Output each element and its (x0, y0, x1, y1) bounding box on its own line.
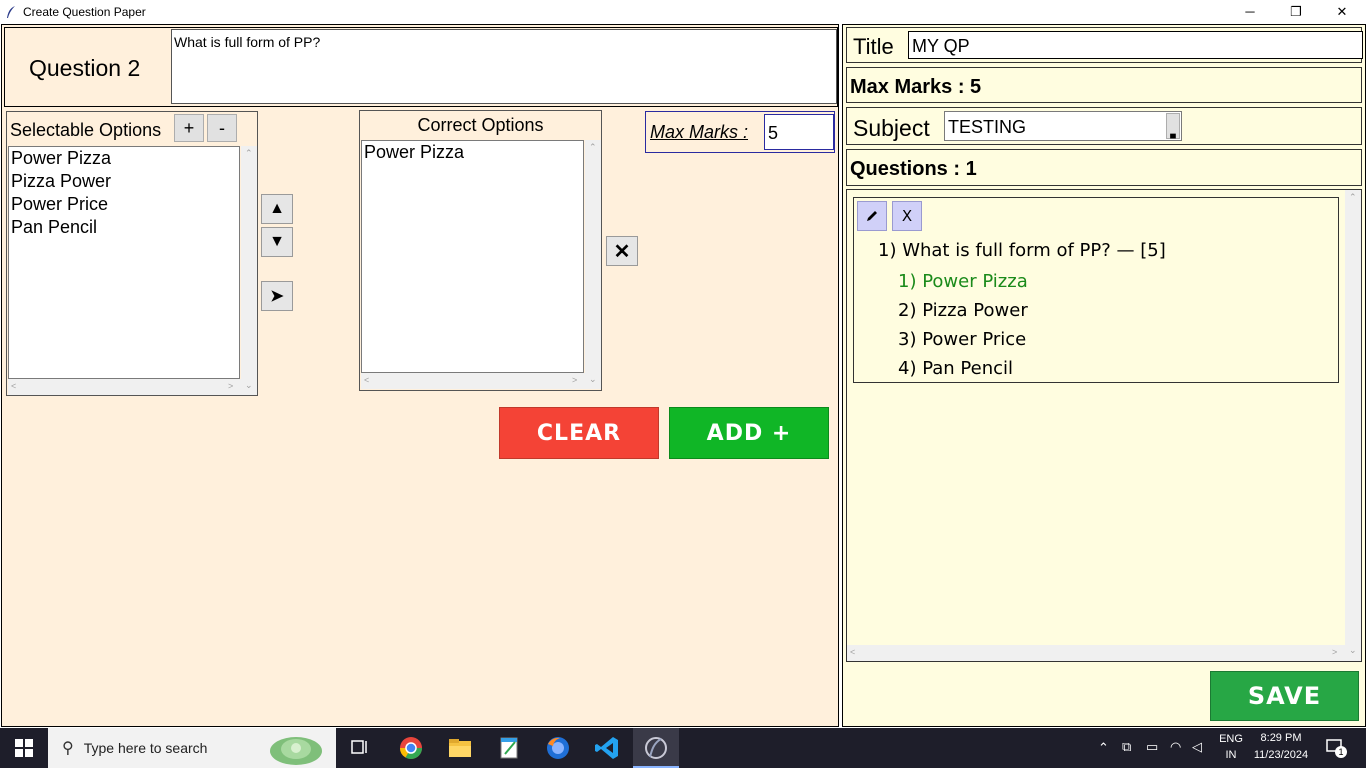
clock[interactable]: 8:29 PM 11/23/2024 (1250, 732, 1312, 761)
title-label: Title (853, 34, 894, 59)
correct-options-list[interactable]: Power Pizza (361, 140, 584, 373)
start-button[interactable] (0, 728, 48, 768)
selectable-vertical-scrollbar[interactable]: ⌃ ⌄ (241, 146, 257, 395)
taskbar: ⚲ Type here to search ⌃ ⧉ ▭ ◠ ◁ ENG IN 8… (0, 728, 1366, 768)
clock-time: 8:29 PM (1260, 732, 1302, 744)
list-item[interactable]: Power Pizza (9, 147, 239, 170)
succulent-image (270, 737, 322, 765)
selectable-options-list[interactable]: Power Pizza Pizza Power Power Price Pan … (8, 146, 240, 379)
option-item: 3) Power Price (898, 329, 1027, 350)
chrome-icon[interactable] (397, 734, 425, 762)
questions-count-row: Questions : 1 (846, 149, 1362, 186)
remove-option-button[interactable]: - (207, 114, 237, 142)
questions-list: X 1) What is full form of PP? — [5] 1) P… (846, 189, 1362, 662)
window-title: Create Question Paper (23, 4, 146, 19)
minimize-button[interactable]: ─ (1227, 0, 1273, 23)
pencil-icon (867, 211, 877, 221)
move-to-correct-button[interactable]: ➤ (261, 281, 293, 311)
remove-correct-button[interactable]: ✕ (606, 236, 638, 266)
notification-button[interactable]: 1 (1323, 738, 1347, 758)
feather-icon (645, 737, 667, 759)
question-card: X 1) What is full form of PP? — [5] 1) P… (853, 197, 1339, 383)
correct-options-title: Correct Options (417, 115, 544, 135)
correct-horizontal-scrollbar[interactable]: < > (361, 373, 585, 389)
title-bar: Create Question Paper ─ ❐ ✕ (0, 0, 1366, 23)
volume-icon[interactable]: ◁ (1192, 739, 1202, 755)
vscode-icon[interactable] (593, 734, 621, 762)
windows-icon (15, 739, 33, 757)
task-view-icon[interactable] (347, 734, 373, 760)
notification-badge: 1 (1335, 746, 1347, 758)
title-input[interactable]: MY QP (908, 31, 1363, 59)
subject-value: TESTING (948, 117, 1027, 137)
correct-options-box: Correct Options Power Pizza ⌃ ⌄ < > (359, 110, 602, 391)
question-header: Question 2 What is full form of PP? (4, 27, 838, 107)
questions-vertical-scrollbar[interactable]: ⌃ ⌄ (1345, 190, 1361, 661)
subject-select[interactable]: TESTING ▄ (944, 111, 1182, 141)
option-item: 2) Pizza Power (898, 300, 1028, 321)
move-up-button[interactable]: ▲ (261, 194, 293, 224)
taskbar-search[interactable]: ⚲ Type here to search (48, 728, 336, 768)
battery-icon[interactable]: ▭ (1146, 739, 1158, 755)
selectable-horizontal-scrollbar[interactable]: < > (8, 379, 241, 395)
selectable-options-title: Selectable Options (10, 120, 162, 140)
notepad-icon[interactable] (495, 734, 523, 762)
list-item[interactable]: Power Price (9, 193, 239, 216)
list-item[interactable]: Power Pizza (362, 141, 583, 164)
meet-icon[interactable]: ⧉ (1122, 739, 1131, 755)
move-down-button[interactable]: ▼ (261, 227, 293, 257)
question-text-input[interactable]: What is full form of PP? (171, 29, 837, 104)
subject-row: Subject TESTING ▄ (846, 107, 1362, 145)
region-code: IN (1225, 749, 1237, 761)
language-code: ENG (1219, 733, 1243, 745)
python-app-taskbar-button[interactable] (633, 728, 679, 768)
clock-date: 11/23/2024 (1253, 749, 1309, 761)
selectable-options-box: Selectable Options + - Power Pizza Pizza… (6, 111, 258, 396)
firefox-icon[interactable] (544, 734, 572, 762)
list-item[interactable]: Pizza Power (9, 170, 239, 193)
show-hidden-icons[interactable]: ⌃ (1098, 740, 1109, 756)
save-button[interactable]: SAVE (1210, 671, 1359, 721)
maximize-button[interactable]: ❐ (1273, 0, 1319, 23)
delete-question-button[interactable]: X (892, 201, 922, 231)
search-placeholder: Type here to search (83, 740, 208, 756)
search-icon: ⚲ (62, 740, 74, 757)
max-marks-row: Max Marks : 5 (846, 67, 1362, 103)
questions-count: Questions : 1 (850, 158, 977, 180)
correct-vertical-scrollbar[interactable]: ⌃ ⌄ (585, 140, 601, 389)
chevron-down-icon[interactable]: ▄ (1166, 113, 1180, 139)
questions-horizontal-scrollbar[interactable]: < > (847, 645, 1345, 661)
option-item: 4) Pan Pencil (898, 358, 1013, 379)
option-correct: 1) Power Pizza (898, 271, 1028, 292)
file-explorer-icon[interactable] (446, 734, 474, 762)
add-question-button[interactable]: ADD + (669, 407, 829, 459)
total-max-marks: Max Marks : 5 (850, 76, 982, 98)
paper-summary-panel: Title MY QP Max Marks : 5 Subject TESTIN… (842, 24, 1366, 727)
clear-button[interactable]: CLEAR (499, 407, 659, 459)
title-row: Title MY QP (846, 27, 1363, 63)
close-button[interactable]: ✕ (1319, 0, 1365, 23)
max-marks-input[interactable]: 5 (764, 114, 834, 150)
max-marks-box: Max Marks : 5 (645, 111, 835, 153)
add-option-button[interactable]: + (174, 114, 204, 142)
question-number-label: Question 2 (29, 55, 141, 81)
subject-label: Subject (853, 115, 930, 141)
wifi-icon[interactable]: ◠ (1170, 739, 1181, 755)
question-editor-panel: Question 2 What is full form of PP? Sele… (1, 24, 839, 727)
feather-icon (7, 5, 15, 18)
question-summary: 1) What is full form of PP? — [5] (878, 240, 1166, 261)
edit-question-button[interactable] (857, 201, 887, 231)
max-marks-label: Max Marks : (650, 122, 749, 142)
list-item[interactable]: Pan Pencil (9, 216, 239, 239)
language-indicator[interactable]: ENG IN (1216, 733, 1246, 761)
